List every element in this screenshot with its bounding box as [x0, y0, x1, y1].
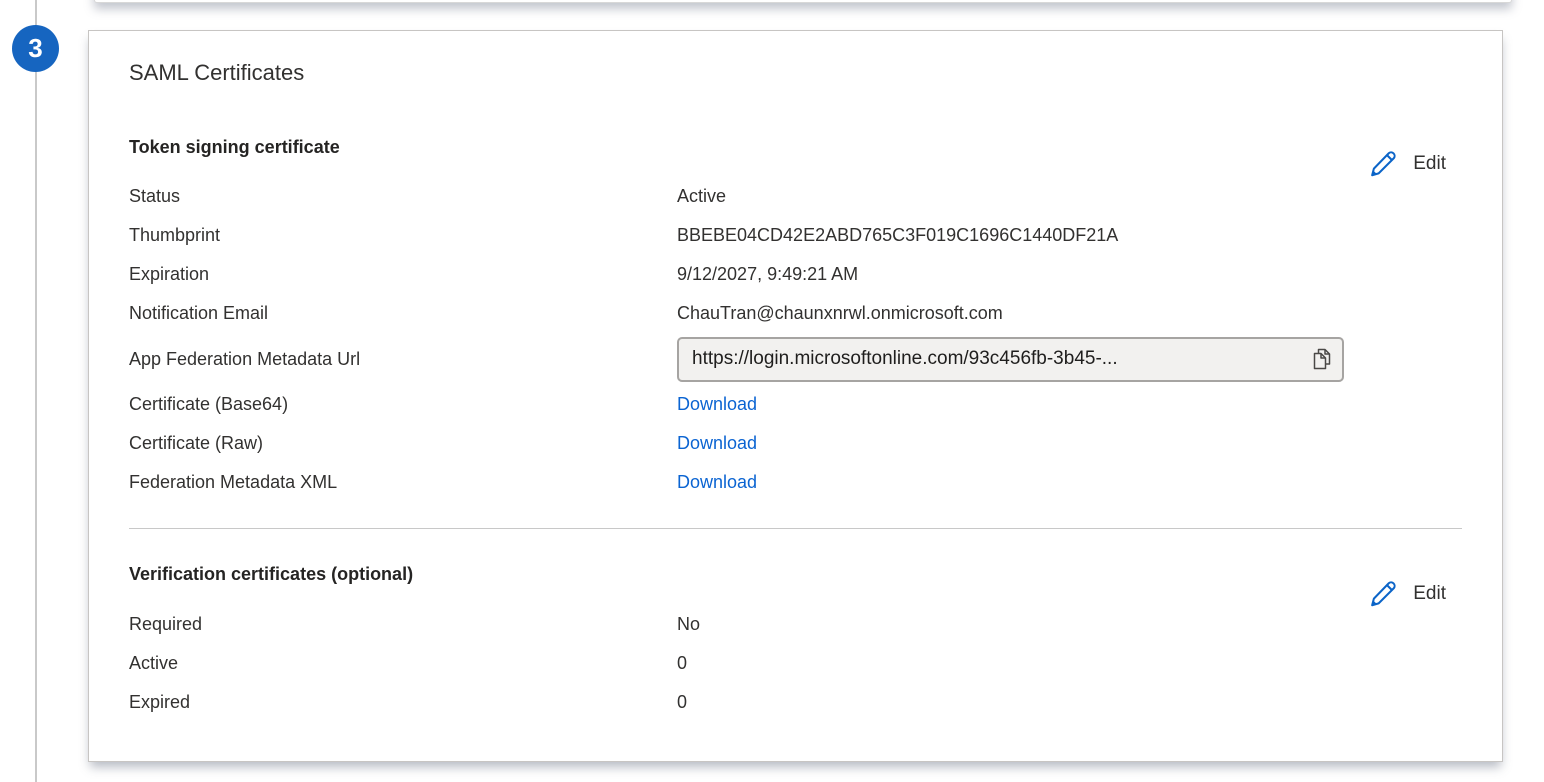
field-label: Thumbprint — [129, 225, 677, 246]
step-connector-line — [35, 0, 37, 782]
field-row-required: Required No — [129, 605, 1462, 644]
saml-certificates-card: SAML Certificates Token signing certific… — [88, 30, 1503, 762]
field-value: BBEBE04CD42E2ABD765C3F019C1696C1440DF21A — [677, 225, 1118, 246]
edit-token-signing-button[interactable]: Edit — [1368, 149, 1446, 179]
download-federation-xml-link[interactable]: Download — [677, 472, 757, 493]
card-title: SAML Certificates — [129, 58, 1462, 88]
edit-label: Edit — [1413, 583, 1446, 605]
field-row-expiration: Expiration 9/12/2027, 9:49:21 AM — [129, 255, 1462, 294]
field-row-cert-base64: Certificate (Base64) Download — [129, 385, 1462, 424]
metadata-url-copy-field[interactable]: https://login.microsoftonline.com/93c456… — [677, 337, 1344, 382]
field-label: Notification Email — [129, 303, 677, 324]
field-label: App Federation Metadata Url — [129, 349, 677, 370]
verification-rows: Required No Active 0 Expired 0 — [129, 605, 1462, 722]
field-label: Expiration — [129, 264, 677, 285]
verification-certificates-heading: Verification certificates (optional) — [129, 559, 1462, 589]
token-signing-heading: Token signing certificate — [129, 135, 1462, 159]
metadata-url-value: https://login.microsoftonline.com/93c456… — [679, 348, 1306, 370]
field-row-federation-metadata-xml: Federation Metadata XML Download — [129, 463, 1462, 502]
field-row-status: Status Active — [129, 177, 1462, 216]
field-label: Federation Metadata XML — [129, 472, 677, 493]
edit-pencil-icon — [1368, 579, 1398, 609]
download-cert-base64-link[interactable]: Download — [677, 394, 757, 415]
step-number: 3 — [28, 33, 42, 64]
section-divider — [129, 528, 1462, 529]
field-row-active: Active 0 — [129, 644, 1462, 683]
field-label: Active — [129, 653, 677, 674]
edit-pencil-icon — [1368, 149, 1398, 179]
field-label: Required — [129, 614, 677, 635]
field-label: Expired — [129, 692, 677, 713]
edit-verification-button[interactable]: Edit — [1368, 579, 1446, 609]
field-row-cert-raw: Certificate (Raw) Download — [129, 424, 1462, 463]
token-signing-rows: Status Active Thumbprint BBEBE04CD42E2AB… — [129, 177, 1462, 502]
field-label: Certificate (Base64) — [129, 394, 677, 415]
copy-icon[interactable] — [1310, 346, 1334, 372]
download-cert-raw-link[interactable]: Download — [677, 433, 757, 454]
field-value: 0 — [677, 692, 687, 713]
field-value: 0 — [677, 653, 687, 674]
field-value: 9/12/2027, 9:49:21 AM — [677, 264, 858, 285]
edit-label: Edit — [1413, 153, 1446, 175]
previous-card-edge — [94, 0, 1512, 3]
field-value: No — [677, 614, 700, 635]
field-row-expired: Expired 0 — [129, 683, 1462, 722]
field-label: Status — [129, 186, 677, 207]
field-label: Certificate (Raw) — [129, 433, 677, 454]
field-row-thumbprint: Thumbprint BBEBE04CD42E2ABD765C3F019C169… — [129, 216, 1462, 255]
page: 3 SAML Certificates Token signing certif… — [0, 0, 1544, 782]
field-row-notification-email: Notification Email ChauTran@chaunxnrwl.o… — [129, 294, 1462, 333]
field-row-metadata-url: App Federation Metadata Url https://logi… — [129, 333, 1462, 385]
step-number-badge: 3 — [12, 25, 59, 72]
field-value: ChauTran@chaunxnrwl.onmicrosoft.com — [677, 303, 1003, 324]
field-value: Active — [677, 186, 726, 207]
